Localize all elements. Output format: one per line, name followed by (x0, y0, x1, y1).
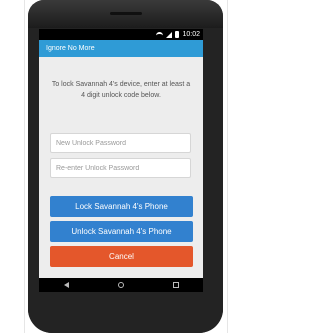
status-bar: 10:02 (39, 29, 203, 40)
wifi-icon (156, 32, 164, 37)
unlock-phone-button[interactable]: Unlock Savannah 4's Phone (50, 221, 193, 242)
home-icon[interactable] (117, 282, 124, 288)
phone-top-edge (28, 0, 223, 28)
lock-instructions: To lock Savannah 4's device, enter at le… (51, 81, 191, 99)
app-title-bar: Ignore No More (39, 40, 203, 57)
navigation-bar (39, 278, 203, 292)
recent-apps-icon[interactable] (172, 282, 179, 288)
phone-screen: 10:02 Ignore No More To lock Savannah 4'… (39, 29, 203, 292)
signal-icon (166, 31, 173, 38)
status-time: 10:02 (182, 31, 200, 38)
speaker-grille (110, 12, 142, 15)
confirm-password-input[interactable] (50, 158, 191, 178)
cancel-button[interactable]: Cancel (50, 246, 193, 267)
lock-phone-button[interactable]: Lock Savannah 4's Phone (50, 196, 193, 217)
phone-bottom-bezel (28, 292, 223, 333)
new-password-input[interactable] (50, 133, 191, 153)
app-title: Ignore No More (46, 45, 95, 52)
back-icon[interactable] (63, 282, 69, 288)
battery-icon (175, 31, 180, 38)
